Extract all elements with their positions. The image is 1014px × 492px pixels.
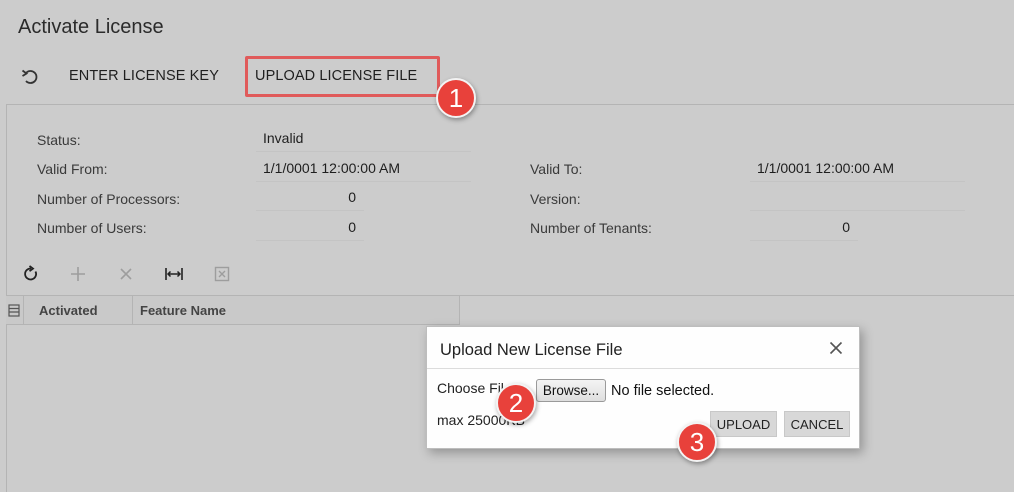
tenants-value: 0: [750, 219, 858, 241]
delete-row-button[interactable]: [116, 264, 136, 284]
export-excel-button[interactable]: [212, 264, 232, 284]
version-value: [750, 189, 965, 211]
step-badge-1: 1: [436, 78, 476, 118]
cancel-button[interactable]: CANCEL: [784, 411, 850, 437]
upload-button[interactable]: UPLOAD: [710, 411, 777, 437]
users-label: Number of Users:: [37, 220, 147, 236]
divider: [6, 104, 1014, 105]
status-label: Status:: [37, 132, 81, 148]
row-selector-column[interactable]: [6, 296, 24, 325]
upload-license-dialog: Upload New License File Choose File Brow…: [426, 326, 860, 449]
delete-icon: [120, 268, 132, 280]
tenants-label: Number of Tenants:: [530, 220, 652, 236]
divider: [427, 368, 859, 369]
column-header-feature-name[interactable]: Feature Name: [133, 296, 460, 325]
dialog-close-button[interactable]: [827, 339, 845, 357]
add-row-button[interactable]: [68, 264, 88, 284]
refresh-icon: [24, 265, 37, 281]
valid-from-value: 1/1/0001 12:00:00 AM: [256, 160, 471, 182]
valid-from-label: Valid From:: [37, 161, 108, 177]
processors-value: 0: [256, 189, 364, 211]
page-title: Activate License: [18, 16, 164, 38]
export-excel-icon: [214, 266, 230, 282]
grid-header: Activated Feature Name: [6, 295, 460, 325]
processors-label: Number of Processors:: [37, 191, 181, 207]
close-icon: [829, 341, 843, 355]
fit-columns-icon: [165, 268, 183, 280]
browse-button[interactable]: Browse...: [536, 379, 606, 402]
column-settings-icon: [8, 304, 20, 317]
dialog-title: Upload New License File: [440, 341, 623, 359]
valid-to-label: Valid To:: [530, 161, 583, 177]
column-header-activated[interactable]: Activated: [25, 296, 133, 325]
add-icon: [71, 267, 85, 281]
divider: [460, 295, 1014, 296]
fit-columns-button[interactable]: [164, 264, 184, 284]
users-value: 0: [256, 219, 364, 241]
enter-license-key-button[interactable]: ENTER LICENSE KEY: [69, 68, 219, 84]
step-badge-3: 3: [677, 422, 717, 462]
step-badge-2: 2: [496, 383, 536, 423]
file-status-text: No file selected.: [611, 383, 715, 399]
undo-button[interactable]: [18, 65, 42, 89]
status-value: Invalid: [256, 130, 471, 152]
refresh-button[interactable]: [21, 264, 41, 284]
valid-to-value: 1/1/0001 12:00:00 AM: [750, 160, 965, 182]
undo-icon: [21, 69, 38, 84]
grid-toolbar: [0, 260, 300, 288]
highlight-annotation: [245, 56, 440, 97]
main-toolbar: ENTER LICENSE KEY UPLOAD LICENSE FILE: [0, 60, 1014, 94]
version-label: Version:: [530, 191, 581, 207]
